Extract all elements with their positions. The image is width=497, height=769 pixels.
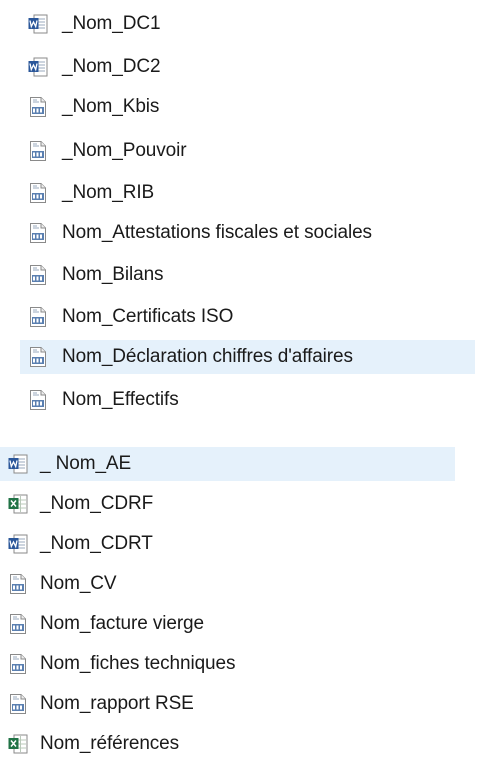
- file-name: _Nom_RIB: [62, 182, 155, 203]
- file-item[interactable]: Nom_facture vierge: [0, 607, 455, 641]
- file-item[interactable]: _Nom_CDRF: [0, 487, 455, 521]
- file-name: Nom_rapport RSE: [40, 693, 194, 714]
- pdf-document-icon: [28, 140, 48, 162]
- word-document-icon: [8, 453, 28, 475]
- file-name: Nom_Attestations fiscales et sociales: [62, 222, 372, 243]
- file-name: Nom_références: [40, 733, 180, 754]
- file-name: _Nom_DC1: [62, 13, 161, 34]
- word-document-icon: [28, 56, 48, 78]
- pdf-document-icon: [8, 653, 28, 675]
- file-name: Nom_Certificats ISO: [62, 306, 234, 327]
- pdf-document-icon: [8, 573, 28, 595]
- pdf-document-icon: [28, 306, 48, 328]
- pdf-document-icon: [28, 222, 48, 244]
- file-item[interactable]: Nom_CV: [0, 567, 455, 601]
- file-name: _Nom_Kbis: [62, 96, 160, 117]
- file-item[interactable]: Nom_Bilans: [20, 258, 475, 292]
- file-item[interactable]: Nom_rapport RSE: [0, 687, 455, 721]
- word-document-icon: [28, 13, 48, 35]
- file-name: Nom_Effectifs: [62, 389, 179, 410]
- file-item[interactable]: Nom_Certificats ISO: [20, 300, 475, 334]
- file-item[interactable]: _Nom_DC1: [20, 7, 475, 41]
- pdf-document-icon: [28, 389, 48, 411]
- pdf-document-icon: [28, 182, 48, 204]
- file-item[interactable]: Nom_Déclaration chiffres d'affaires: [20, 340, 475, 374]
- file-item[interactable]: Nom_Attestations fiscales et sociales: [20, 216, 475, 250]
- file-item[interactable]: _ Nom_AE: [0, 447, 455, 481]
- file-item[interactable]: _Nom_CDRT: [0, 527, 455, 561]
- word-document-icon: [8, 533, 28, 555]
- excel-spreadsheet-icon: [8, 733, 28, 755]
- pdf-document-icon: [8, 613, 28, 635]
- file-name: _Nom_CDRF: [40, 493, 154, 514]
- file-name: Nom_CV: [40, 573, 117, 594]
- file-item[interactable]: _Nom_DC2: [20, 50, 475, 84]
- file-name: Nom_Déclaration chiffres d'affaires: [62, 346, 353, 367]
- file-name: _ Nom_AE: [40, 453, 132, 474]
- file-name: Nom_Bilans: [62, 264, 164, 285]
- file-name: _Nom_DC2: [62, 56, 161, 77]
- file-name: Nom_fiches techniques: [40, 653, 236, 674]
- file-name: Nom_facture vierge: [40, 613, 204, 634]
- file-item[interactable]: Nom_Effectifs: [20, 383, 475, 417]
- excel-spreadsheet-icon: [8, 493, 28, 515]
- file-item[interactable]: _Nom_RIB: [20, 176, 475, 210]
- pdf-document-icon: [28, 264, 48, 286]
- file-item[interactable]: Nom_fiches techniques: [0, 647, 455, 681]
- file-item[interactable]: _Nom_Kbis: [20, 90, 475, 124]
- file-name: _Nom_CDRT: [40, 533, 153, 554]
- pdf-document-icon: [8, 693, 28, 715]
- file-name: _Nom_Pouvoir: [62, 140, 187, 161]
- file-item[interactable]: _Nom_Pouvoir: [20, 134, 475, 168]
- pdf-document-icon: [28, 346, 48, 368]
- pdf-document-icon: [28, 96, 48, 118]
- file-item[interactable]: Nom_références: [0, 727, 455, 761]
